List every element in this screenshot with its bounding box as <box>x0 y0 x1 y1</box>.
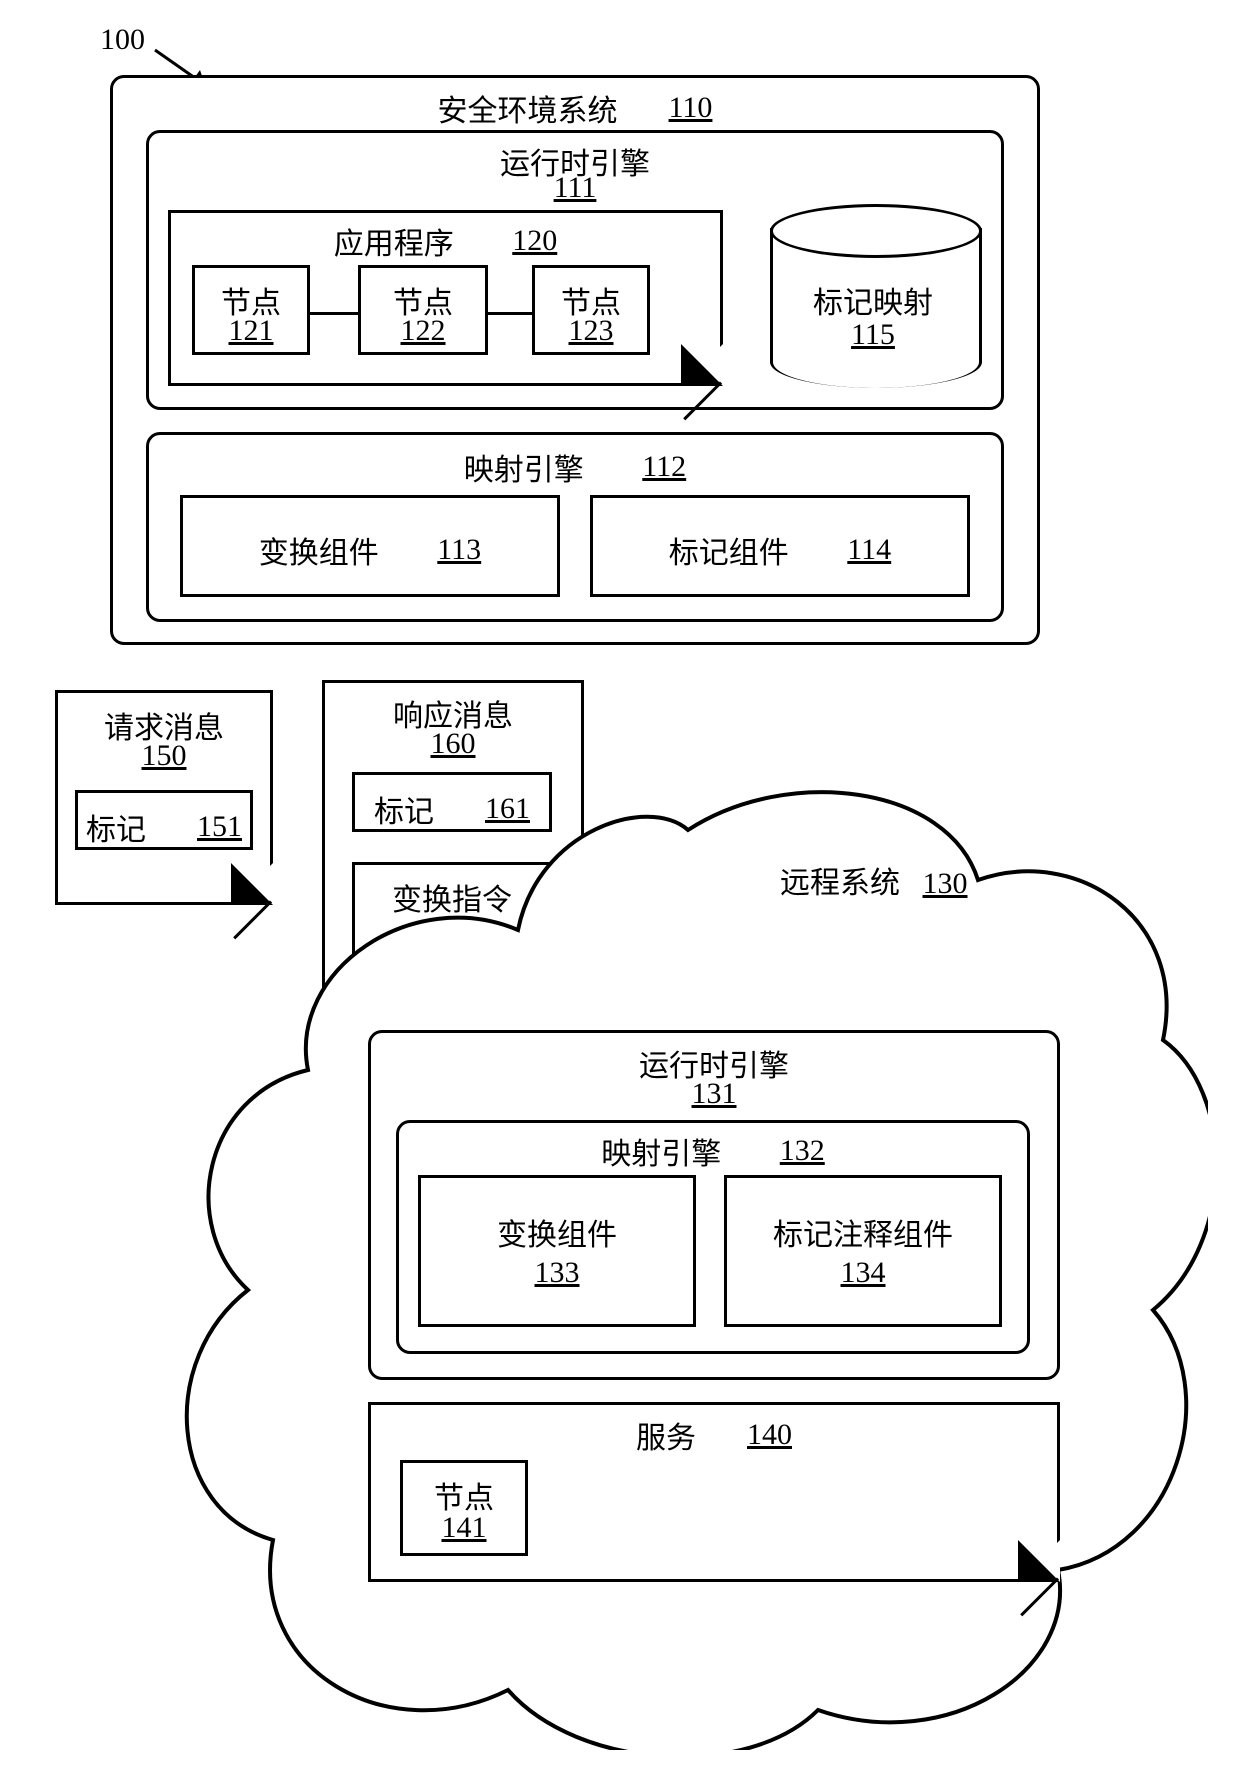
remote-annotation-ref: 134 <box>727 1256 999 1290</box>
token-map-ref: 115 <box>770 318 976 352</box>
response-ref: 160 <box>325 727 581 761</box>
remote-runtime-ref: 131 <box>371 1077 1057 1111</box>
remote-transform-box: 变换组件 133 <box>418 1175 696 1327</box>
request-ref: 150 <box>58 739 270 773</box>
node-121-ref: 121 <box>195 314 307 348</box>
transform-113-title: 变换组件 113 <box>183 528 557 572</box>
dogear-icon <box>681 344 723 386</box>
remote-annotation-box: 标记注释组件 134 <box>724 1175 1002 1327</box>
remote-mapping-title: 映射引擎 132 <box>399 1129 1027 1173</box>
node-122-ref: 122 <box>361 314 485 348</box>
remote-transform-title: 变换组件 <box>421 1210 693 1254</box>
remote-service-title: 服务 140 <box>371 1413 1057 1457</box>
node-123-box: 节点 123 <box>532 265 650 355</box>
figure-ref-label: 100 <box>100 23 145 57</box>
application-title: 应用程序 120 <box>171 219 720 263</box>
node-123-ref: 123 <box>535 314 647 348</box>
secure-env-title: 安全环境系统 110 <box>113 86 1037 130</box>
figure-stage: 100 安全环境系统 110 运行时引擎 111 应用程序 120 节点 121… <box>0 0 1240 1775</box>
remote-annotation-title: 标记注释组件 <box>727 1210 999 1254</box>
transform-113-box: 变换组件 113 <box>180 495 560 597</box>
node-122-box: 节点 122 <box>358 265 488 355</box>
tokening-114-box: 标记组件 114 <box>590 495 970 597</box>
remote-title: 远程系统 130 <box>780 858 968 902</box>
runtime-ref: 111 <box>149 171 1001 205</box>
remote-node-141-box: 节点 141 <box>400 1460 528 1556</box>
remote-transform-ref: 133 <box>421 1256 693 1290</box>
mapping-engine-title: 映射引擎 112 <box>149 445 1001 489</box>
connector-122-123 <box>488 312 532 315</box>
connector-121-122 <box>310 312 358 315</box>
tokening-114-title: 标记组件 114 <box>593 528 967 572</box>
remote-node-ref: 141 <box>403 1511 525 1545</box>
dogear-icon <box>1018 1540 1060 1582</box>
token-map-title: 标记映射 <box>770 278 976 322</box>
node-121-box: 节点 121 <box>192 265 310 355</box>
